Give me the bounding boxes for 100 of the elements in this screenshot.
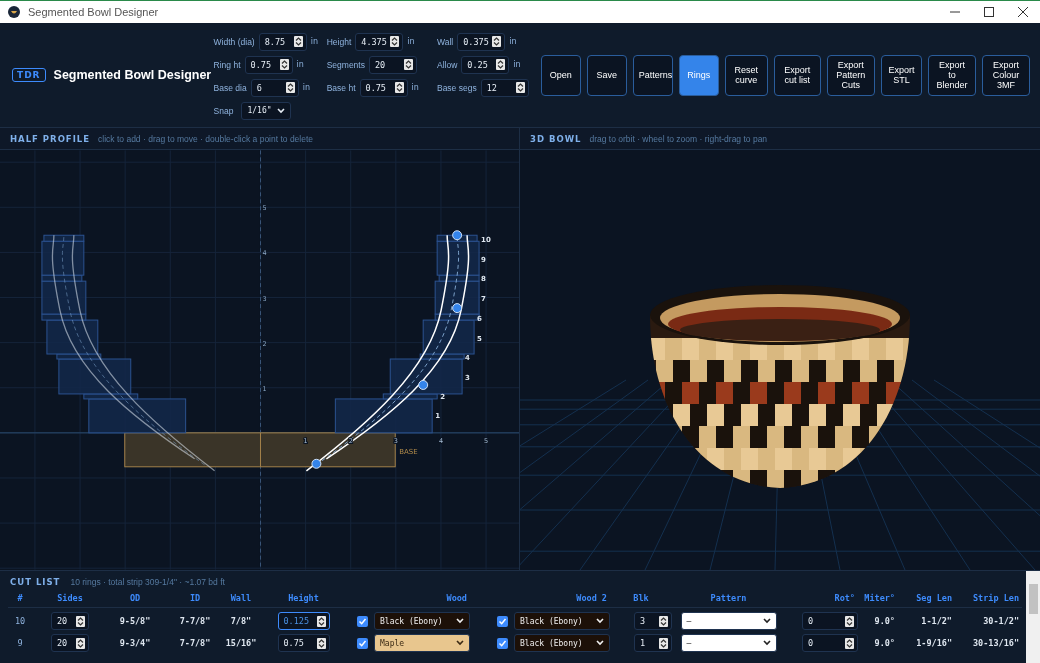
- panel-title: HALF PROFILE: [10, 133, 91, 144]
- checkbox[interactable]: [497, 637, 508, 649]
- wood-select[interactable]: Black (Ebony): [514, 634, 610, 652]
- chevron-down-icon: [456, 640, 464, 646]
- stepper-icon[interactable]: [659, 615, 668, 627]
- toolbar-button[interactable]: Patterns: [632, 54, 673, 96]
- stepper-icon[interactable]: [515, 82, 525, 93]
- cut-list-summary: 10 rings · total strip 309-1/4" · ~1.07 bd ft: [70, 577, 225, 587]
- table-cell-text: 30-1/2": [982, 616, 1020, 626]
- checkbox[interactable]: [357, 637, 368, 649]
- rotation-field[interactable]: 0: [802, 612, 858, 630]
- column-header: Wood: [445, 593, 468, 603]
- toolbar-button[interactable]: Export STL: [880, 54, 922, 96]
- height-field[interactable]: 0.75: [277, 634, 330, 652]
- chevron-down-icon: [596, 618, 604, 624]
- number-field[interactable]: 0.75: [244, 55, 293, 74]
- number-field[interactable]: 12: [480, 78, 529, 97]
- column-header: Wood 2: [575, 593, 608, 603]
- stepper-icon[interactable]: [76, 615, 85, 627]
- maximize-icon[interactable]: [984, 7, 994, 17]
- number-field[interactable]: 0.375: [457, 32, 506, 51]
- profile-curve[interactable]: [305, 234, 470, 472]
- wood-select[interactable]: Maple: [374, 634, 470, 652]
- stepper-icon[interactable]: [492, 36, 502, 47]
- number-field[interactable]: 0.25: [461, 55, 510, 74]
- column-header: Rot°: [833, 593, 856, 603]
- toolbar-button[interactable]: Reset curve: [724, 54, 768, 96]
- field-label: Segments: [326, 59, 365, 70]
- number-field[interactable]: 6: [250, 78, 299, 97]
- wood-select[interactable]: Black (Ebony): [374, 612, 470, 630]
- checkbox[interactable]: [497, 615, 508, 627]
- column-header: Wall: [229, 593, 253, 603]
- unit-label: in: [310, 37, 319, 46]
- rotation-field[interactable]: 0: [802, 634, 858, 652]
- stepper-icon[interactable]: [845, 615, 854, 627]
- sides-field[interactable]: 20: [51, 612, 89, 630]
- stepper-icon[interactable]: [496, 59, 506, 70]
- checkbox[interactable]: [357, 615, 368, 627]
- unit-label: in: [296, 60, 305, 69]
- app-title: Segmented Bowl Designer: [53, 67, 213, 83]
- section-title: CUT LIST: [10, 577, 61, 587]
- field-label: Base segs: [436, 82, 477, 93]
- table-cell-text: 15/16": [224, 638, 258, 648]
- column-header: Height: [287, 593, 320, 603]
- window-title: Segmented Bowl Designer: [28, 6, 159, 18]
- control-point[interactable]: [452, 230, 463, 241]
- pattern-select[interactable]: –: [680, 634, 777, 652]
- table-cell-text: 7-7/8": [178, 638, 212, 648]
- wood-select[interactable]: Black (Ebony): [514, 612, 610, 630]
- number-field[interactable]: 4.375: [355, 32, 404, 51]
- app-icon: [8, 6, 20, 18]
- toolbar-button[interactable]: Rings: [678, 54, 719, 96]
- snap-select[interactable]: 1/16": [241, 101, 292, 120]
- stepper-icon[interactable]: [659, 637, 668, 649]
- stepper-icon[interactable]: [76, 637, 85, 649]
- unit-label: in: [509, 37, 518, 46]
- column-header: Miter°: [863, 593, 896, 603]
- stepper-icon[interactable]: [316, 615, 326, 627]
- column-header: Pattern: [709, 593, 748, 603]
- table-cell-text: 9.0°: [873, 616, 896, 626]
- stepper-icon[interactable]: [845, 637, 854, 649]
- block-field[interactable]: 1: [634, 634, 672, 652]
- scrollbar[interactable]: [1026, 571, 1040, 663]
- table-cell-text: 9: [16, 638, 24, 648]
- column-header: OD: [128, 593, 142, 603]
- number-field[interactable]: 0.75: [359, 78, 408, 97]
- stepper-icon[interactable]: [293, 36, 303, 47]
- toolbar-button[interactable]: Save: [586, 54, 627, 96]
- field-label: Snap: [213, 105, 234, 116]
- chevron-down-icon: [277, 107, 286, 114]
- toolbar-button[interactable]: Export to Blender: [928, 54, 976, 96]
- scrollbar-thumb[interactable]: [1028, 584, 1038, 614]
- stepper-icon[interactable]: [316, 637, 326, 649]
- number-field[interactable]: 8.75: [258, 32, 307, 51]
- control-point[interactable]: [418, 379, 429, 390]
- control-point[interactable]: [452, 303, 463, 314]
- table-cell-text: 9-3/4": [118, 638, 152, 648]
- table-cell-text: 7-7/8": [178, 616, 212, 626]
- toolbar-button[interactable]: Export cut list: [773, 54, 821, 96]
- column-header: Sides: [56, 593, 84, 603]
- stepper-icon[interactable]: [403, 59, 413, 70]
- chevron-down-icon: [762, 640, 771, 646]
- toolbar-button[interactable]: Export Pattern Cuts: [826, 54, 875, 96]
- unit-label: in: [411, 83, 420, 92]
- stepper-icon[interactable]: [394, 82, 404, 93]
- height-field[interactable]: 0.125: [277, 612, 330, 630]
- block-field[interactable]: 3: [634, 612, 672, 630]
- field-label: Base dia: [213, 82, 247, 93]
- number-field[interactable]: 20: [368, 55, 417, 74]
- sides-field[interactable]: 20: [51, 634, 89, 652]
- toolbar-button[interactable]: Export Colour 3MF: [982, 54, 1030, 96]
- chevron-down-icon: [456, 618, 464, 624]
- close-icon[interactable]: [1018, 7, 1028, 17]
- column-header: Blk: [632, 593, 650, 603]
- stepper-icon[interactable]: [285, 82, 295, 93]
- stepper-icon[interactable]: [390, 36, 400, 47]
- pattern-select[interactable]: –: [680, 612, 777, 630]
- stepper-icon[interactable]: [279, 59, 289, 70]
- toolbar-button[interactable]: Open: [540, 54, 581, 96]
- control-point[interactable]: [311, 458, 322, 469]
